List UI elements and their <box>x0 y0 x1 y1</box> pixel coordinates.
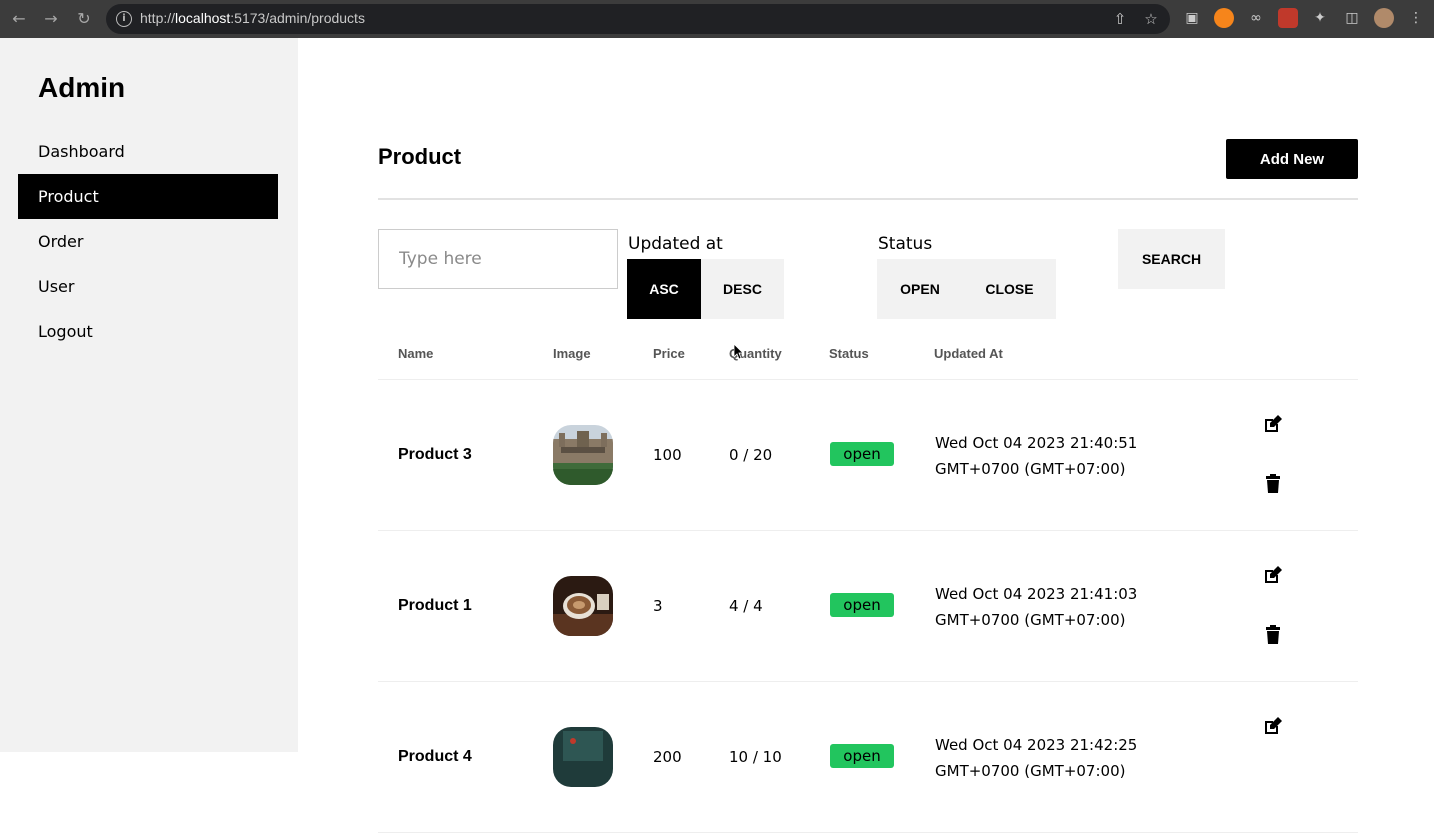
page-title: Product <box>378 144 462 169</box>
updated-date: Wed Oct 04 2023 21:40:51 <box>935 434 1138 452</box>
delete-trash-icon[interactable] <box>1262 473 1284 495</box>
delete-trash-icon[interactable] <box>1262 624 1284 646</box>
status-badge: open <box>830 593 894 617</box>
product-updated-at: Wed Oct 04 2023 21:42:25 GMT+0700 (GMT+0… <box>935 732 1165 784</box>
product-image <box>553 425 613 485</box>
edit-icon[interactable] <box>1262 715 1284 737</box>
product-price: 100 <box>653 446 682 464</box>
spy-extension-icon[interactable]: ∞ <box>1246 8 1266 28</box>
table-row: Product 3 100 0 / 20 open Wed Oct 04 202… <box>378 380 1358 531</box>
sidebar-item-order[interactable]: Order <box>18 219 278 264</box>
column-header-updated-at: Updated At <box>934 346 1003 361</box>
status-filter-label: Status <box>878 234 933 254</box>
table-row: Product 1 3 4 / 4 open Wed Oct 04 2023 2… <box>378 531 1358 682</box>
share-icon[interactable]: ⇧ <box>1111 10 1129 28</box>
status-open-button[interactable]: OPEN <box>877 259 963 319</box>
updated-date: Wed Oct 04 2023 21:42:25 <box>935 736 1138 754</box>
sidebar-item-logout[interactable]: Logout <box>18 309 278 354</box>
sidebar: Admin Dashboard Product Order User Logou… <box>0 38 298 752</box>
browser-toolbar: ← → ↻ i http://localhost:5173/admin/prod… <box>0 0 1434 38</box>
column-header-status: Status <box>829 346 869 361</box>
side-panel-icon[interactable]: ◫ <box>1342 8 1362 28</box>
product-updated-at: Wed Oct 04 2023 21:40:51 GMT+0700 (GMT+0… <box>935 430 1165 482</box>
address-bar[interactable]: i http://localhost:5173/admin/products ⇧… <box>106 4 1170 34</box>
column-header-name: Name <box>398 346 434 361</box>
updated-at-label: Updated at <box>628 234 723 254</box>
reload-icon[interactable]: ↻ <box>73 8 95 30</box>
product-updated-at: Wed Oct 04 2023 21:41:03 GMT+0700 (GMT+0… <box>935 581 1165 633</box>
add-new-button[interactable]: Add New <box>1226 139 1358 179</box>
metamask-extension-icon[interactable] <box>1214 8 1234 28</box>
url-scheme: http:// <box>140 10 176 26</box>
sidebar-item-dashboard[interactable]: Dashboard <box>18 129 278 174</box>
url-host: localhost <box>175 10 231 26</box>
column-header-image: Image <box>553 346 591 361</box>
search-button[interactable]: SEARCH <box>1118 229 1225 289</box>
product-name: Product 3 <box>398 446 472 463</box>
main-content: Product Add New Updated at ASC DESC Stat… <box>298 38 1434 833</box>
sort-desc-button[interactable]: DESC <box>701 259 784 319</box>
sort-asc-button[interactable]: ASC <box>627 259 701 319</box>
updated-date: Wed Oct 04 2023 21:41:03 <box>935 585 1138 603</box>
column-header-price: Price <box>653 346 685 361</box>
product-image <box>553 576 613 636</box>
product-price: 200 <box>653 748 682 766</box>
bookmark-star-icon[interactable]: ☆ <box>1142 10 1160 28</box>
back-arrow-icon[interactable]: ← <box>8 8 30 30</box>
search-input[interactable] <box>378 229 618 289</box>
product-quantity: 10 / 10 <box>729 748 782 766</box>
status-badge: open <box>830 442 894 466</box>
mouse-cursor-icon <box>734 344 744 360</box>
forward-arrow-icon[interactable]: → <box>40 8 62 30</box>
status-close-button[interactable]: CLOSE <box>963 259 1056 319</box>
site-info-icon[interactable]: i <box>116 11 132 27</box>
url-text[interactable]: http://localhost:5173/admin/products <box>140 10 365 26</box>
edit-icon[interactable] <box>1262 564 1284 586</box>
edit-icon[interactable] <box>1262 413 1284 435</box>
product-name: Product 1 <box>398 597 472 614</box>
updated-timezone: GMT+0700 (GMT+07:00) <box>935 611 1126 629</box>
extensions-puzzle-icon[interactable]: ✦ <box>1310 8 1330 28</box>
updated-timezone: GMT+0700 (GMT+07:00) <box>935 762 1126 780</box>
updated-timezone: GMT+0700 (GMT+07:00) <box>935 460 1126 478</box>
sidebar-item-product[interactable]: Product <box>18 174 278 219</box>
product-quantity: 0 / 20 <box>729 446 773 464</box>
picture-in-picture-icon[interactable]: ▣ <box>1182 8 1202 28</box>
status-badge: open <box>830 744 894 768</box>
url-path: :5173/admin/products <box>230 10 365 26</box>
product-image <box>553 727 613 787</box>
brand-title: Admin <box>38 72 126 103</box>
browser-menu-icon[interactable]: ⋮ <box>1406 8 1426 28</box>
product-name: Product 4 <box>398 748 472 765</box>
profile-avatar[interactable] <box>1374 8 1394 28</box>
header-divider <box>378 198 1358 200</box>
product-price: 3 <box>653 597 663 615</box>
red-extension-icon[interactable] <box>1278 8 1298 28</box>
sidebar-item-user[interactable]: User <box>18 264 278 309</box>
table-row: Product 4 200 10 / 10 open Wed Oct 04 20… <box>378 682 1358 833</box>
product-quantity: 4 / 4 <box>729 597 763 615</box>
